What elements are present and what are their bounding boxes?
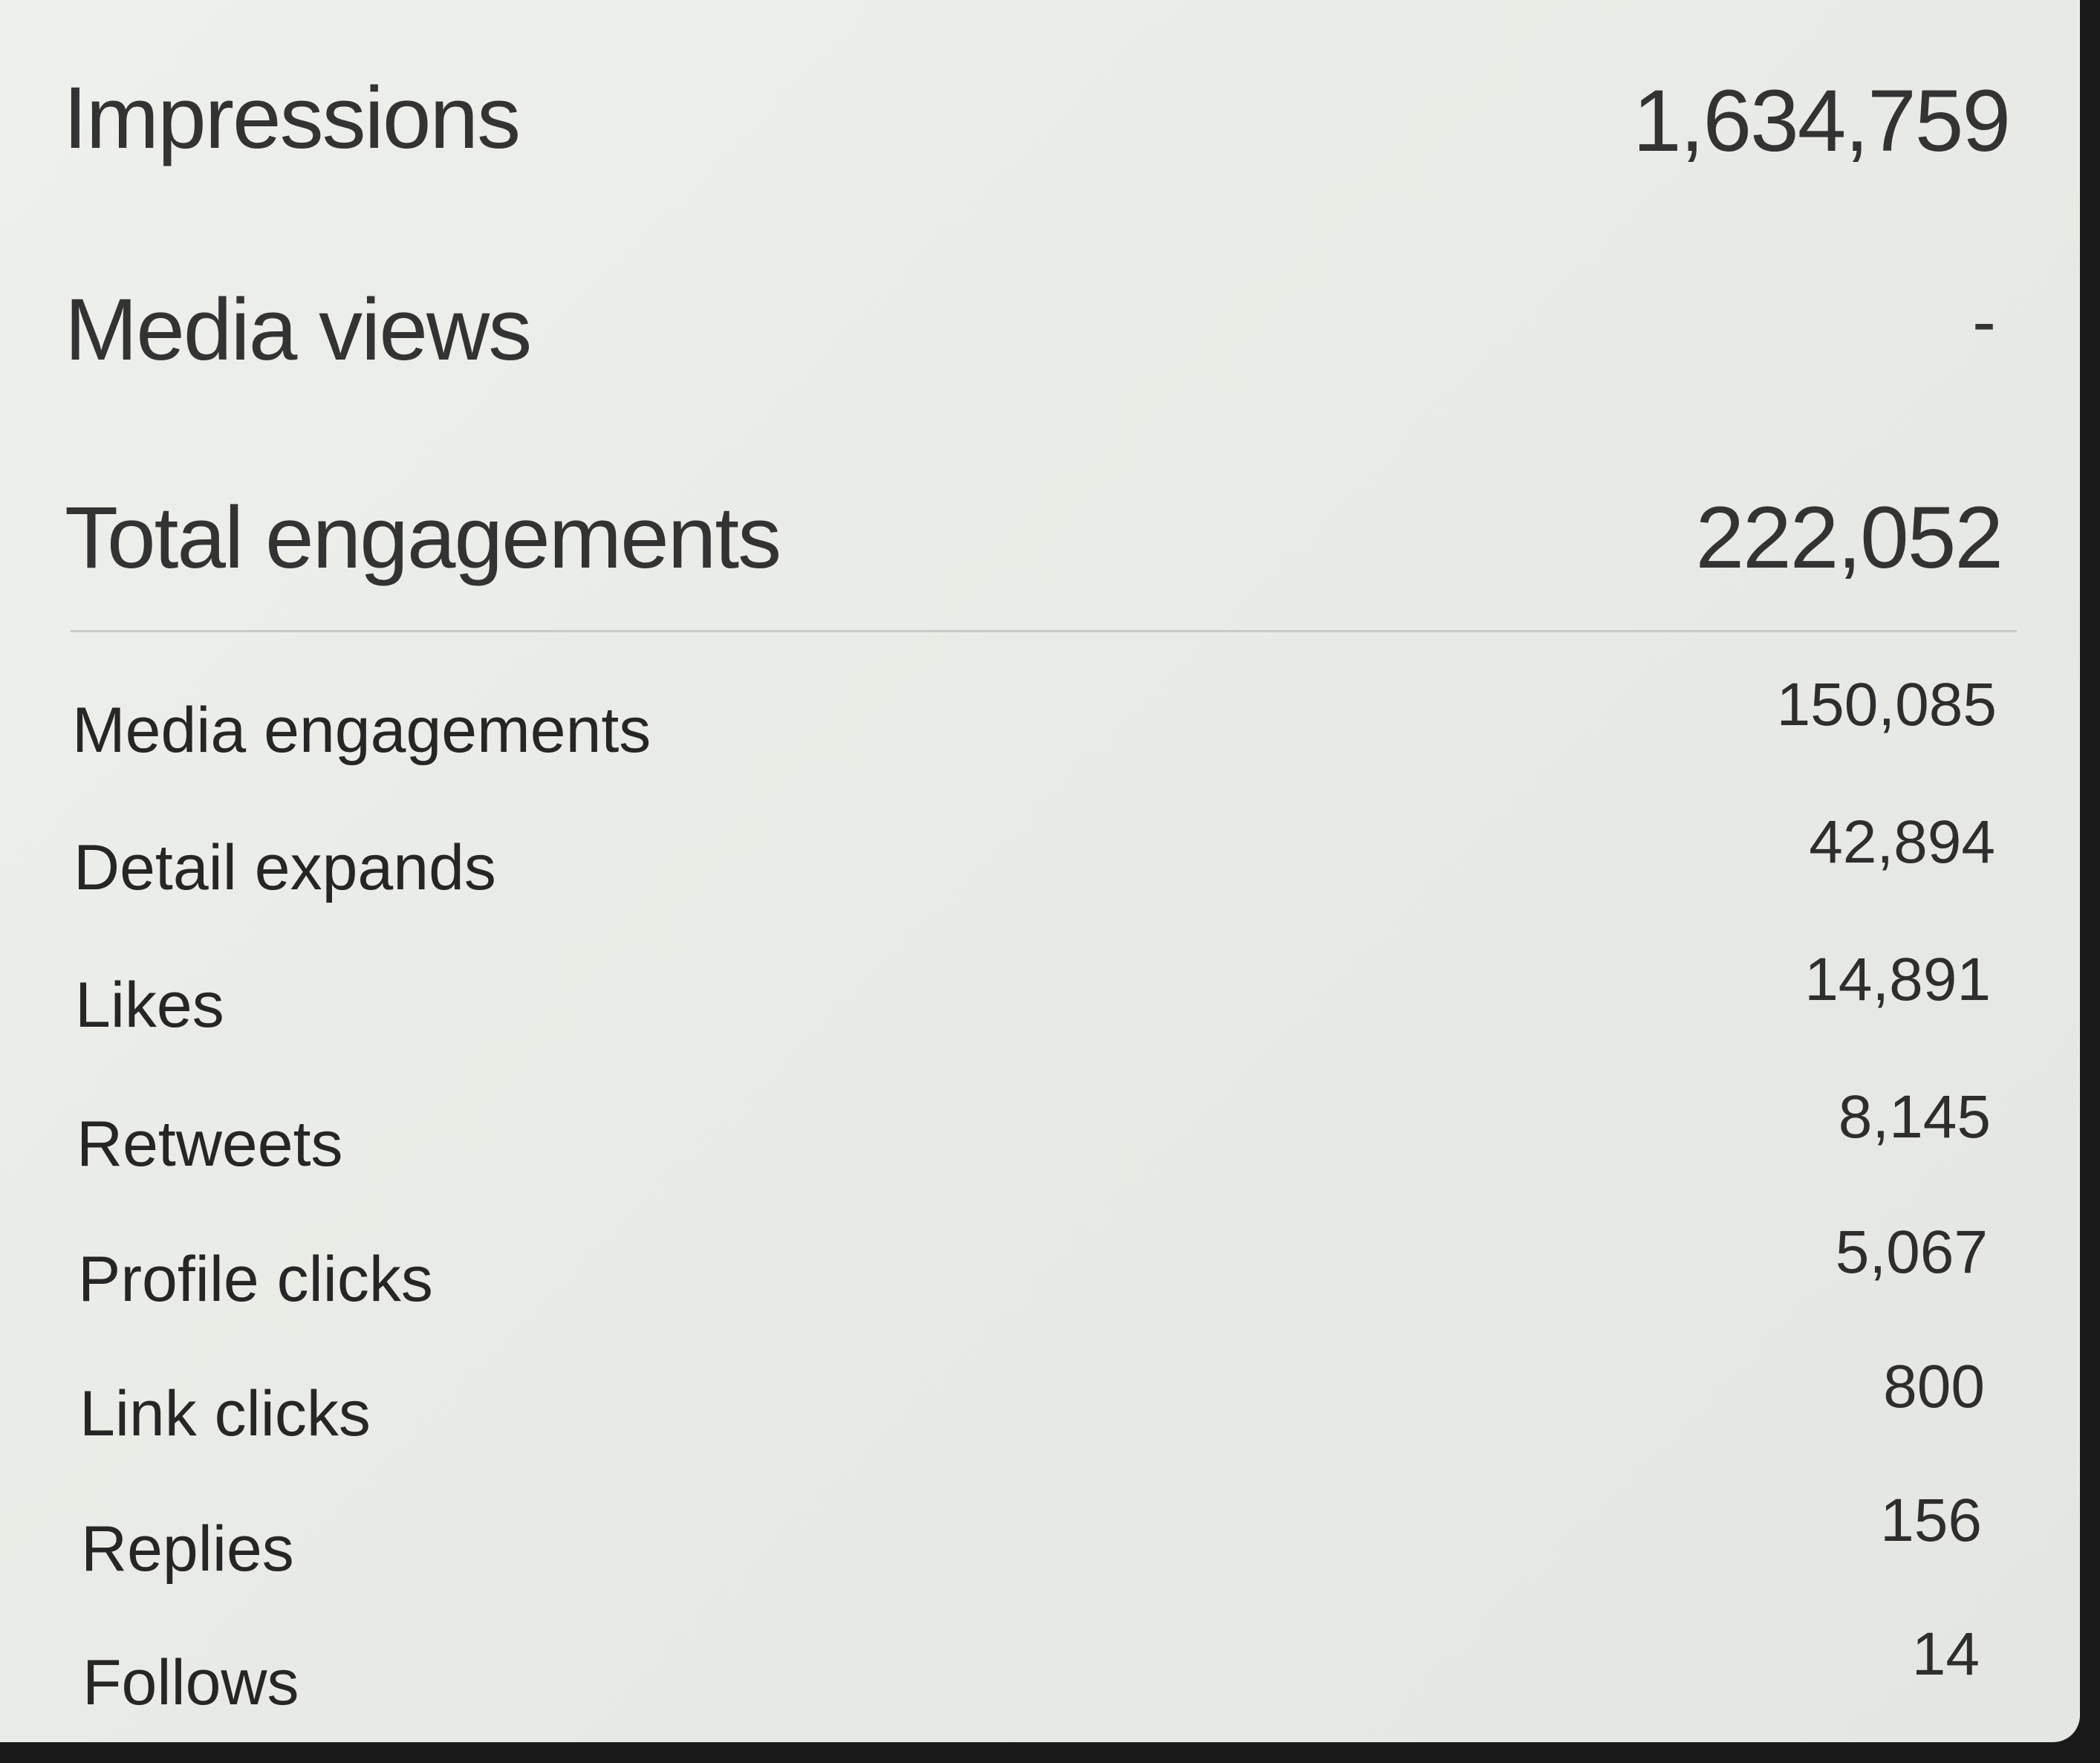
stat-value: 8,145: [1838, 1083, 1991, 1151]
stat-row-total-engagements: Total engagements 222,052: [0, 487, 2080, 591]
stat-label: Follows: [82, 1647, 299, 1718]
stat-row-detail-expands: Detail expands 42,894: [0, 806, 2080, 910]
stat-value: 800: [1883, 1353, 1985, 1421]
stat-label: Retweets: [77, 1108, 343, 1180]
stat-label: Media engagements: [72, 695, 651, 766]
stat-value: 150,085: [1776, 671, 1997, 738]
stat-label: Likes: [75, 970, 224, 1041]
stat-row-likes: Likes 14,891: [0, 944, 2080, 1048]
stat-label: Link clicks: [79, 1378, 371, 1449]
stat-row-link-clicks: Link clicks 800: [0, 1351, 2080, 1455]
section-divider: [71, 630, 2017, 632]
stat-value: -: [1972, 282, 1996, 361]
stat-row-impressions: Impressions 1,634,759: [0, 67, 2080, 171]
stat-value: 14,891: [1804, 946, 1991, 1013]
stat-label: Profile clicks: [78, 1244, 433, 1315]
stat-row-media-views: Media views -: [0, 279, 2080, 383]
stat-row-follows: Follows 14: [0, 1618, 2080, 1722]
stat-value: 5,067: [1835, 1218, 1988, 1286]
stat-value: 1,634,759: [1633, 72, 2011, 170]
stat-value: 156: [1880, 1487, 1982, 1554]
stat-row-profile-clicks: Profile clicks 5,067: [0, 1216, 2080, 1320]
stat-label: Impressions: [63, 69, 521, 167]
stat-value: 14: [1911, 1620, 1980, 1688]
engagement-stats-panel: Impressions 1,634,759 Media views - Tota…: [0, 0, 2080, 1742]
stat-value: 222,052: [1695, 489, 2003, 587]
stat-row-replies: Replies 156: [0, 1484, 2080, 1588]
stat-label: Replies: [81, 1513, 294, 1585]
stat-label: Media views: [65, 281, 532, 379]
stat-label: Total engagements: [65, 489, 781, 587]
stat-value: 42,894: [1809, 808, 1995, 876]
stat-row-retweets: Retweets 8,145: [0, 1081, 2080, 1185]
stat-row-media-engagements: Media engagements 150,085: [0, 669, 2080, 773]
stat-label: Detail expands: [74, 832, 496, 903]
